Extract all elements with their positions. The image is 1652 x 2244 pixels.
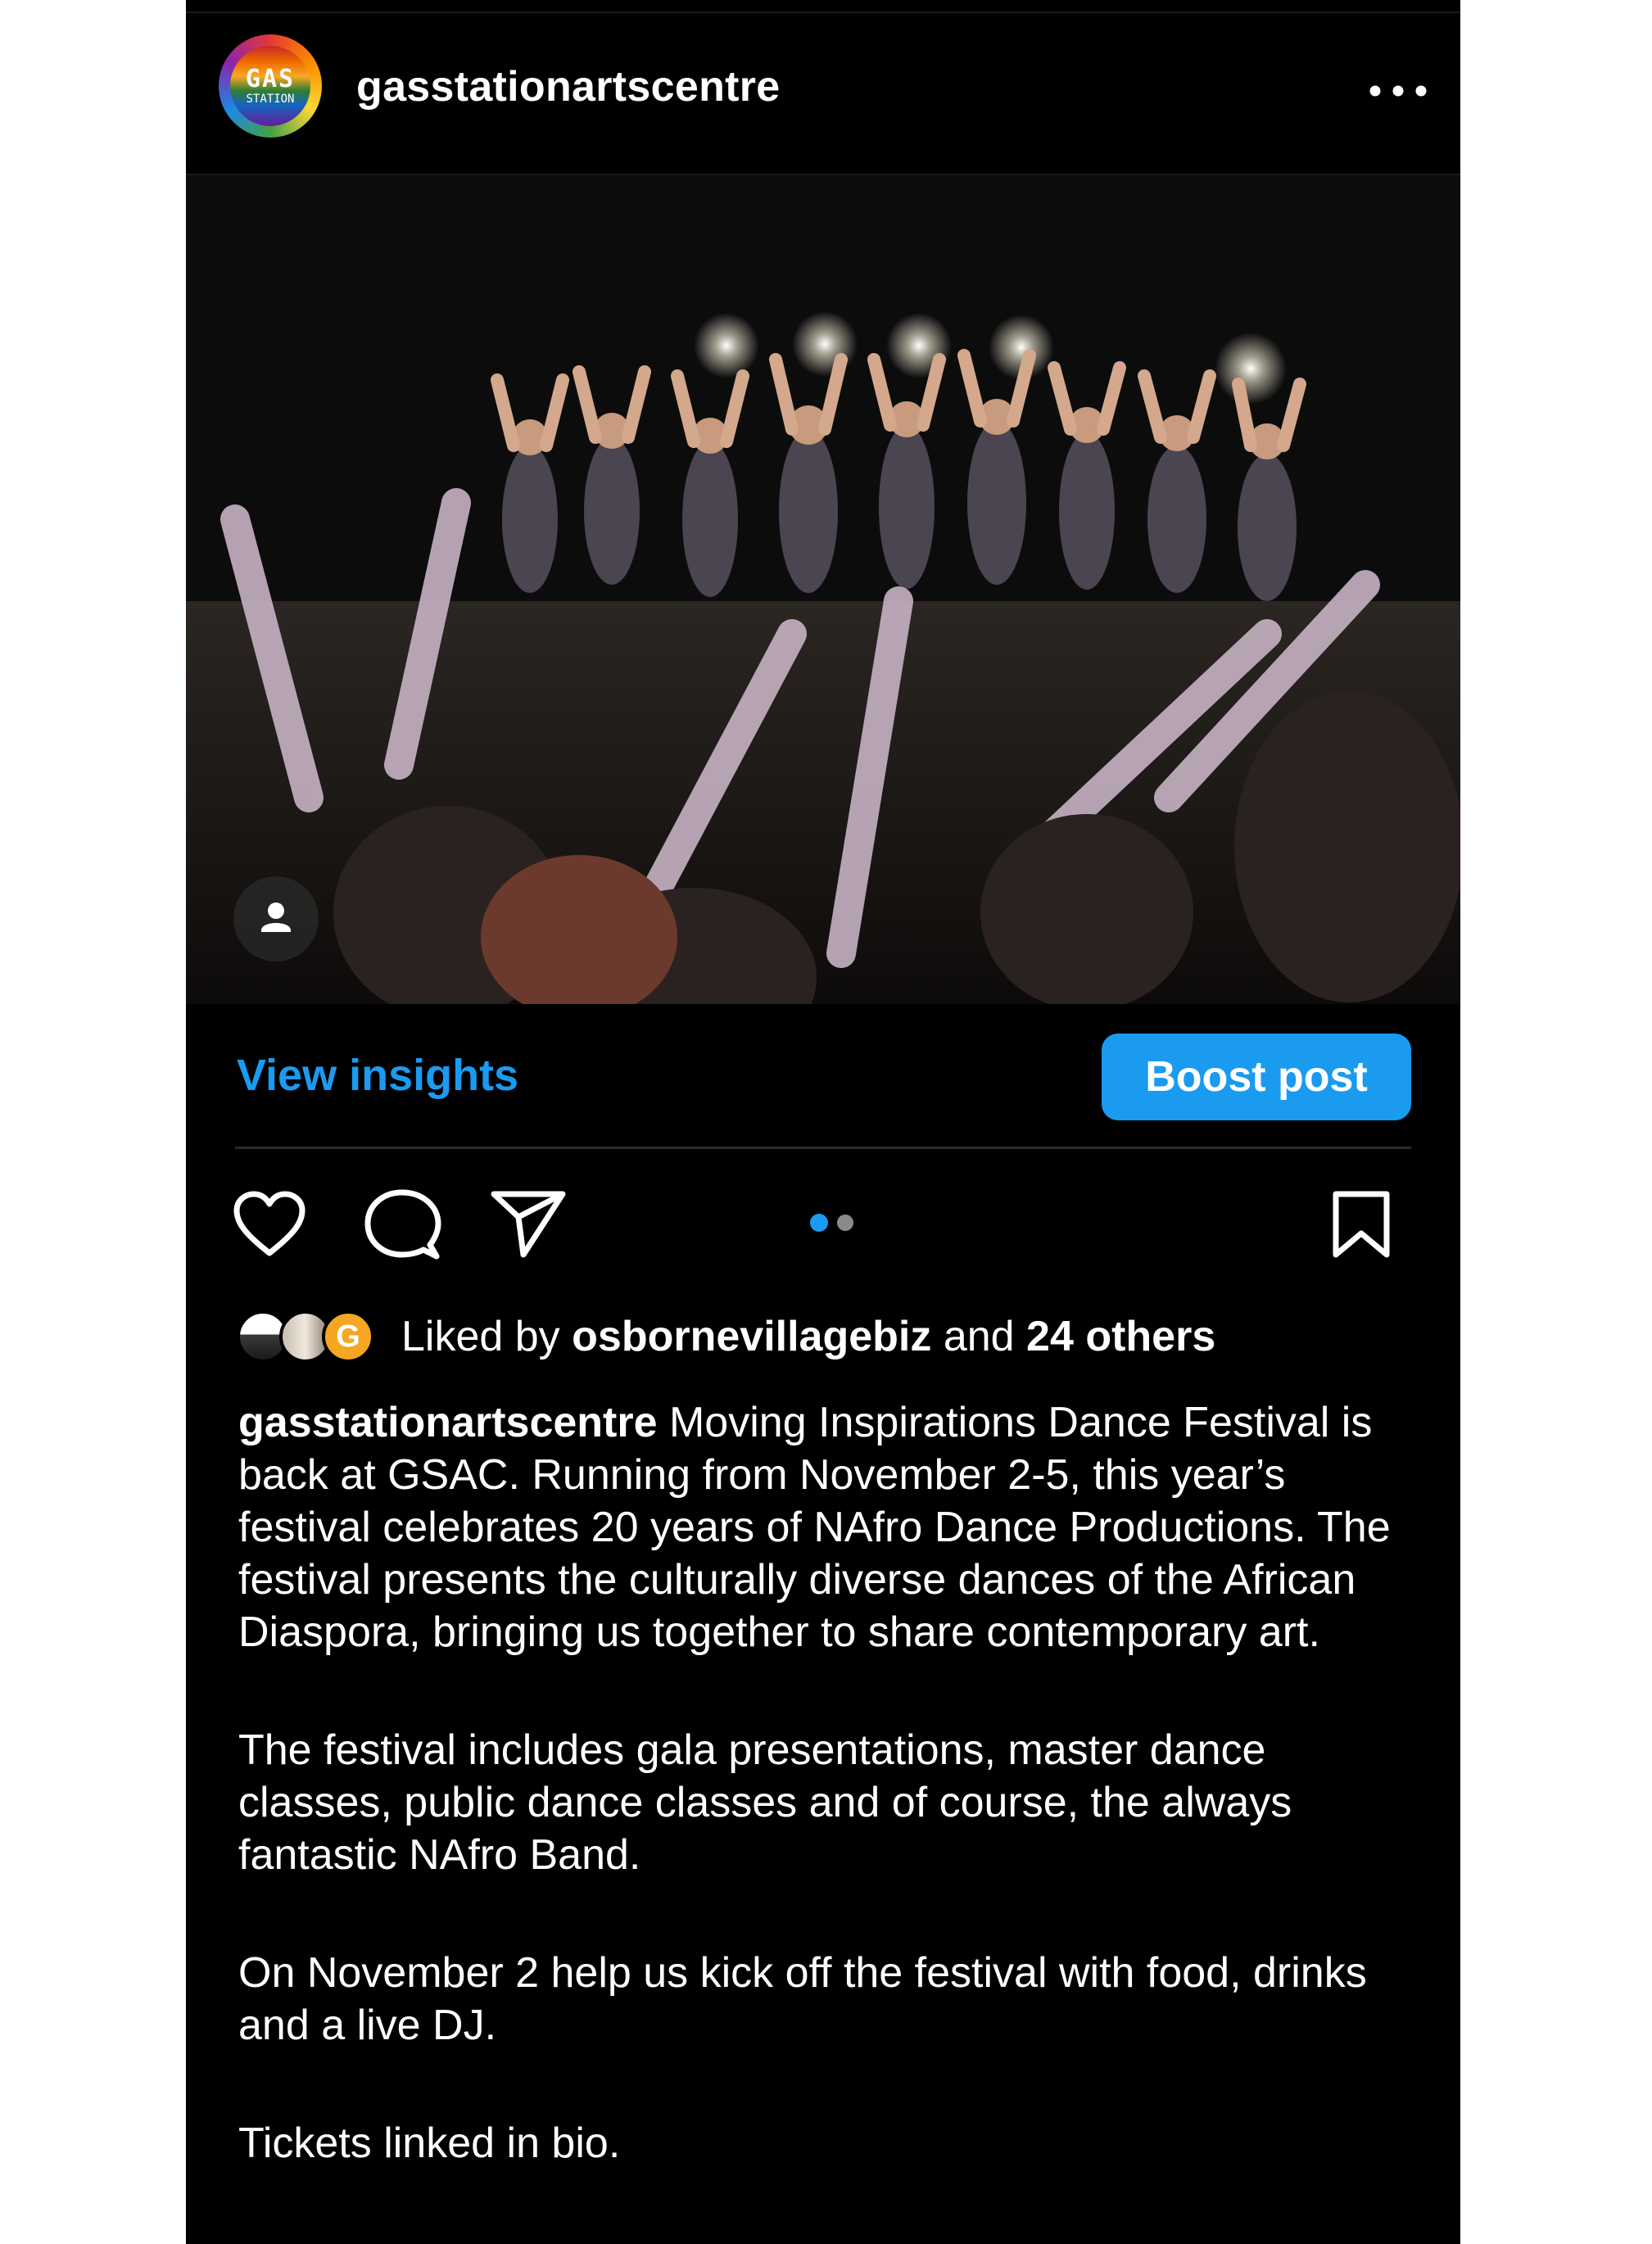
view-insights-link[interactable]: View insights — [237, 1050, 518, 1101]
avatar-logo: GAS STATION — [230, 46, 310, 126]
caption-paragraph-2: The festival includes gala presentations… — [238, 1726, 1292, 1879]
carousel-dots — [810, 1214, 853, 1232]
boost-post-button[interactable]: Boost post — [1102, 1034, 1411, 1120]
caption-paragraph-1: gasstationartscentre Moving Inspirations… — [238, 1396, 1418, 1658]
caption-paragraph-4: Tickets linked in bio. — [238, 2120, 621, 2167]
caption-paragraph-3: On November 2 help us kick off the festi… — [238, 1949, 1367, 2049]
liker-avatar-3-letter: G — [336, 1319, 360, 1354]
person-icon — [261, 903, 291, 932]
share-icon[interactable] — [489, 1188, 568, 1260]
comment-icon[interactable] — [363, 1188, 441, 1263]
liked-by-others[interactable]: 24 others — [1026, 1313, 1215, 1360]
post-username[interactable]: gasstationartscentre — [356, 62, 781, 111]
dance-crowd-photo — [186, 175, 1460, 1004]
avatar-logo-subtext: STATION — [246, 93, 295, 106]
caption-username[interactable]: gasstationartscentre — [238, 1399, 658, 1446]
tagged-people-button[interactable] — [233, 876, 319, 961]
insights-divider — [235, 1147, 1411, 1149]
bookmark-icon[interactable] — [1324, 1188, 1398, 1263]
carousel-dot — [837, 1215, 853, 1231]
more-options-icon[interactable] — [1365, 79, 1431, 103]
avatar-logo-text: GAS — [245, 65, 296, 93]
liked-by-user[interactable]: osbornevillagebiz — [572, 1313, 931, 1360]
post-photo[interactable] — [186, 175, 1460, 1004]
liked-by-row[interactable]: G Liked by osbornevillagebiz and 24 othe… — [186, 1302, 1460, 1376]
post-header: GAS STATION gasstationartscentre — [186, 13, 1460, 174]
instagram-post-screen: GAS STATION gasstationartscentre View in… — [186, 0, 1460, 2244]
liked-by-text: Liked by osbornevillagebiz and 24 others — [401, 1312, 1215, 1361]
liked-by-middle: and — [943, 1313, 1015, 1360]
post-caption: gasstationartscentre Moving Inspirations… — [238, 1396, 1418, 2235]
profile-avatar[interactable]: GAS STATION — [219, 34, 322, 138]
liked-by-prefix: Liked by — [401, 1313, 560, 1360]
liker-avatar-3: G — [322, 1310, 374, 1363]
carousel-dot-active — [810, 1214, 828, 1232]
insights-bar: View insights Boost post — [186, 1004, 1460, 1147]
heart-icon[interactable] — [230, 1188, 309, 1261]
